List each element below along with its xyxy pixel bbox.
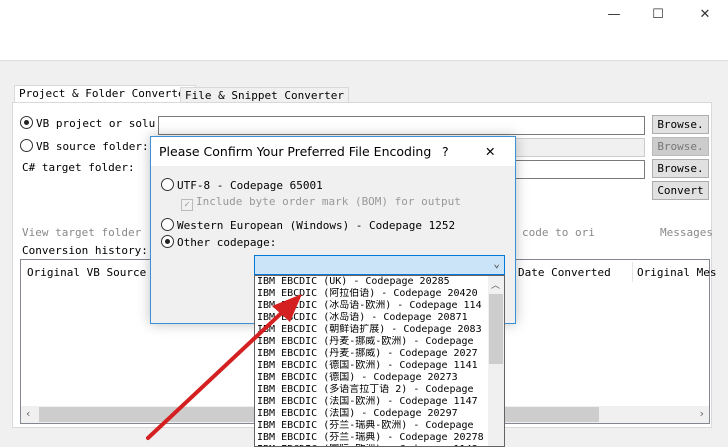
vb-project-input[interactable] [158, 116, 645, 135]
codepage-combobox[interactable]: ⌄ [254, 255, 505, 275]
chevron-down-icon[interactable]: ⌄ [493, 257, 500, 270]
dialog-close-button[interactable]: ✕ [485, 137, 495, 166]
help-button[interactable]: ? [442, 137, 449, 166]
codepage-option[interactable]: IBM EBCDIC (UK) - Codepage 20285 [255, 276, 489, 288]
convert-button[interactable]: Convert [652, 181, 709, 200]
codepage-option[interactable]: IBM EBCDIC (芬兰-瑞典) - Codepage 20278 [255, 432, 489, 444]
codepage-option[interactable]: IBM EBCDIC (阿拉伯语) - Codepage 20420 [255, 288, 489, 300]
scroll-right-icon[interactable]: › [698, 407, 705, 420]
conversion-history-label: Conversion history: [22, 244, 148, 257]
dialog-title-bar: Please Confirm Your Preferred File Encod… [151, 137, 515, 166]
radio-icon [161, 178, 174, 191]
browse-source-button[interactable]: Browse. [652, 137, 709, 156]
codepage-option[interactable]: IBM EBCDIC (冰岛语-欧洲) - Codepage 114 [255, 300, 489, 312]
codepage-option[interactable]: IBM EBCDIC (丹麦-挪威) - Codepage 2027 [255, 348, 489, 360]
bom-label: Include byte order mark (BOM) for output [196, 195, 461, 208]
codepage-option[interactable]: IBM EBCDIC (芬兰-瑞典-欧洲) - Codepage [255, 420, 489, 432]
western-european-label: Western European (Windows) - Codepage 12… [177, 219, 456, 232]
maximize-button[interactable]: ☐ [643, 4, 673, 26]
scrollbar-thumb[interactable] [489, 294, 503, 364]
cs-target-label: C# target folder: [22, 161, 135, 174]
tab-project-folder-converter[interactable]: Project & Folder Converter [14, 85, 197, 103]
radio-icon [20, 116, 33, 129]
radio-icon [161, 235, 174, 248]
codepage-option[interactable]: IBM EBCDIC (朝鲜语扩展) - Codepage 2083 [255, 324, 489, 336]
dialog-title: Please Confirm Your Preferred File Encod… [159, 144, 432, 159]
vertical-scrollbar[interactable]: ︿ [488, 276, 504, 446]
vb-project-label: VB project or solu [36, 117, 156, 130]
column-header-date-converted[interactable]: Date Converted [518, 266, 611, 279]
messages-link[interactable]: Messages [660, 226, 713, 239]
codepage-option[interactable]: IBM EBCDIC (冰岛语) - Codepage 20871 [255, 312, 489, 324]
column-header-original-vb-source[interactable]: Original VB Source [27, 266, 146, 279]
checkmark-icon: ✓ [181, 199, 193, 211]
western-european-radio[interactable]: Western European (Windows) - Codepage 12… [161, 218, 455, 232]
codepage-option[interactable]: IBM EBCDIC (德国) - Codepage 20273 [255, 372, 489, 384]
codepage-option[interactable]: IBM EBCDIC (丹麦-挪威-欧洲) - Codepage [255, 336, 489, 348]
minimize-button[interactable]: — [599, 4, 629, 26]
browse-target-button[interactable]: Browse. [652, 159, 709, 178]
codepage-dropdown-list[interactable]: IBM EBCDIC (UK) - Codepage 20285 IBM EBCD… [254, 275, 505, 447]
vb-source-radio[interactable]: VB source folder: [20, 139, 149, 153]
codepage-option[interactable]: IBM EBCDIC (法国-欧洲) - Codepage 1147 [255, 396, 489, 408]
column-divider [632, 262, 633, 282]
codepage-option[interactable]: IBM EBCDIC (德国-欧洲) - Codepage 1141 [255, 360, 489, 372]
other-codepage-radio[interactable]: Other codepage: [161, 235, 276, 249]
radio-icon [161, 218, 174, 231]
codepage-option[interactable]: IBM EBCDIC (法国) - Codepage 20297 [255, 408, 489, 420]
column-header-original-messages[interactable]: Original Mes [637, 266, 716, 279]
codepage-option[interactable]: IBM EBCDIC (多语言拉丁语 2) - Codepage [255, 384, 489, 396]
vb-source-label: VB source folder: [36, 140, 149, 153]
other-codepage-label: Other codepage: [177, 236, 277, 249]
code-to-ori-link[interactable]: code to ori [522, 226, 595, 239]
bom-checkbox[interactable]: ✓ Include byte order mark (BOM) for outpu… [181, 195, 461, 211]
view-target-folder-link[interactable]: View target folder [22, 226, 141, 239]
utf8-radio[interactable]: UTF-8 - Codepage 65001 [161, 178, 323, 192]
scroll-up-icon[interactable]: ︿ [491, 278, 500, 291]
browse-project-button[interactable]: Browse. [652, 115, 709, 134]
close-window-button[interactable]: ✕ [690, 4, 720, 26]
radio-icon [20, 139, 33, 152]
utf8-label: UTF-8 - Codepage 65001 [177, 179, 323, 192]
vb-project-radio[interactable]: VB project or solu [20, 116, 155, 130]
scroll-left-icon[interactable]: ‹ [25, 407, 32, 420]
